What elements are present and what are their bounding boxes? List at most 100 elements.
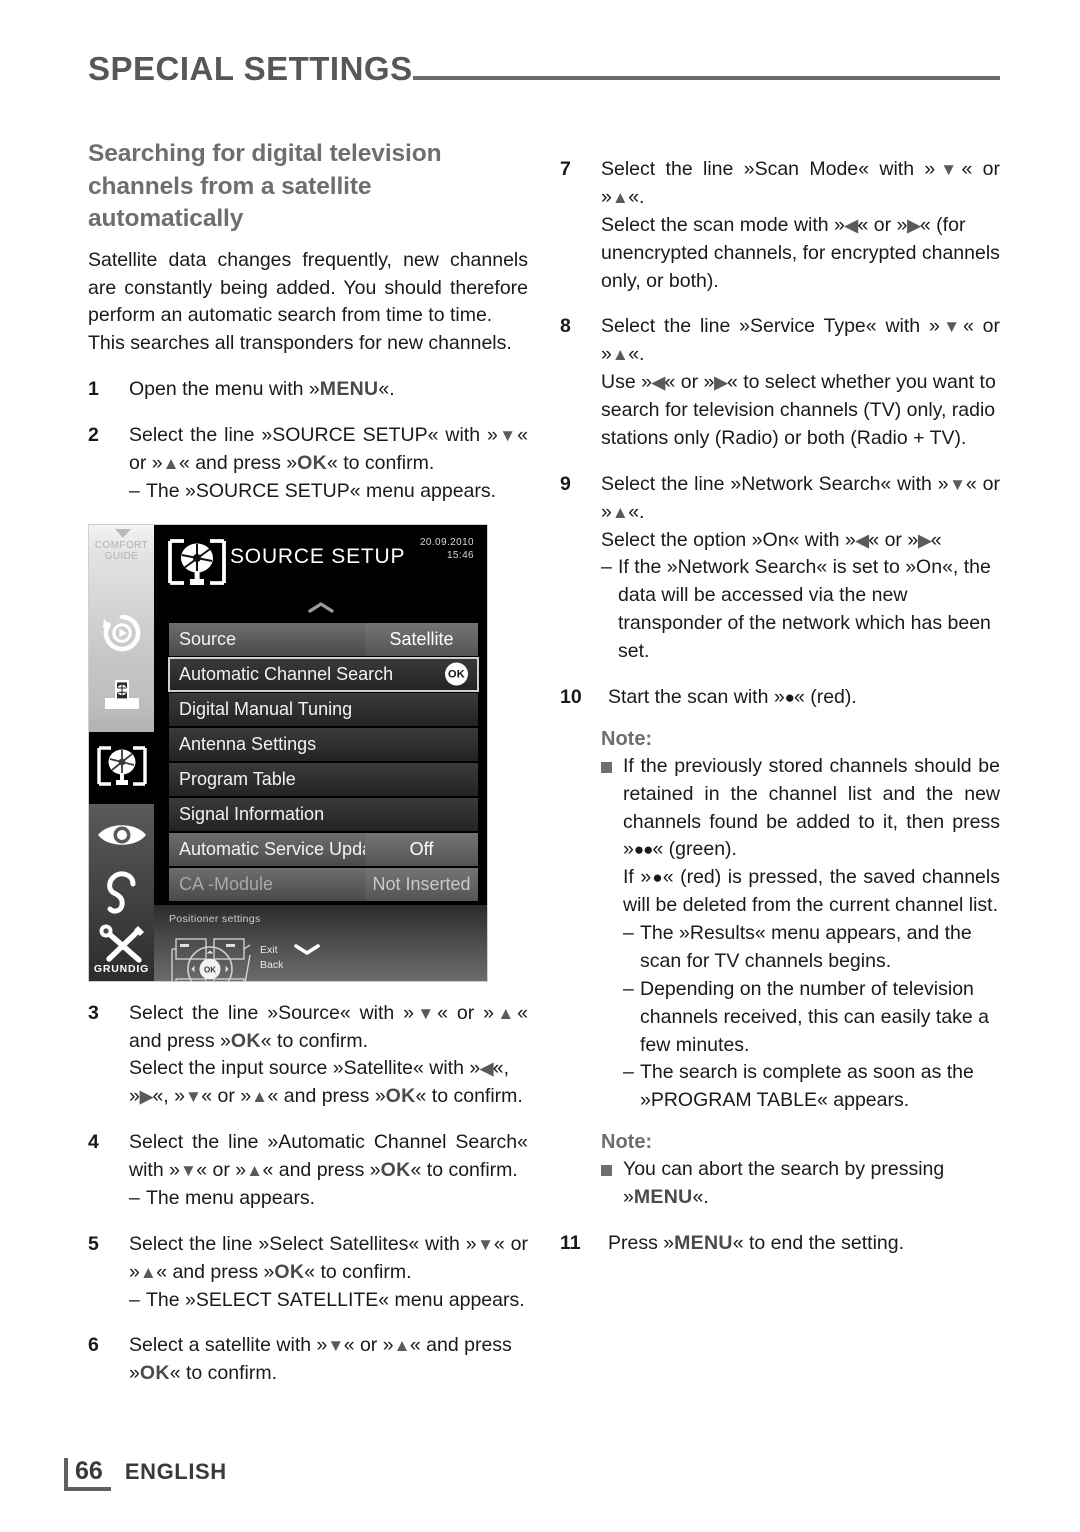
step-line: Start the scan with »●« (red). <box>608 685 857 708</box>
step-item: 10 Start the scan with »●« (red). <box>560 684 1000 712</box>
page-footer: 66 ENGLISH <box>64 1458 227 1492</box>
osd-row-label: Automatic Service Update <box>169 832 365 866</box>
key-label: MENU <box>319 378 379 401</box>
osd-menu-row[interactable]: Digital Manual Tuning <box>169 692 478 726</box>
step-item: 2 Select the line »SOURCE SETUP« with »▼«… <box>88 422 528 506</box>
step-line: Select the line »Source« with »▼« or »▲«… <box>129 1001 528 1052</box>
back-label: Back <box>260 959 284 972</box>
osd-row-value: Satellite <box>365 622 478 656</box>
key-label: OK <box>139 1362 170 1385</box>
step-number: 8 <box>560 315 571 338</box>
left-steps-group-a: 1 Open the menu with »MENU«. 2 Select the l… <box>88 376 528 506</box>
note-item-2: You can abort the search by pressing »ME… <box>601 1156 1000 1212</box>
step-line: Open the menu with »MENU«. <box>129 378 395 401</box>
note-subline: The search is complete as soon as the »P… <box>623 1059 1000 1115</box>
grundig-logo: GRUNDIG <box>93 962 150 975</box>
note-item-1: If the previously stored channels should… <box>601 753 1000 1115</box>
step-item: 4 Select the line »Automatic Channel Sear… <box>88 1129 528 1213</box>
key-label: OK <box>230 1029 261 1052</box>
osd-menu-row[interactable]: Automatic Service UpdateOff <box>169 832 478 866</box>
scroll-up-arrow-icon <box>115 528 131 538</box>
osd-menu-list: Source Satellite Automatic Channel Search O… <box>168 622 479 903</box>
ear-icon[interactable] <box>89 870 154 919</box>
step-number: 6 <box>88 1334 99 1357</box>
note-line: If the previously stored channels should… <box>623 754 1000 861</box>
sidebar-item-source-setup[interactable] <box>89 731 154 804</box>
arrow-key-icon: ◀ <box>855 530 869 550</box>
note-heading-1: Note: <box>601 727 653 750</box>
key-label: MENU <box>633 1186 693 1208</box>
osd-menu-row[interactable]: Signal Information <box>169 797 478 831</box>
chapter-rule <box>412 76 1000 80</box>
page-number: 66 <box>64 1458 111 1492</box>
manual-page: SPECIAL SETTINGS Searching for digital t… <box>0 0 1080 1532</box>
arrow-key-icon: ▼ <box>948 474 967 494</box>
osd-screenshot: COMFORT GUIDE GRUNDIG SOURCE SETUP 20.09… <box>88 523 488 982</box>
step-number: 5 <box>88 1232 99 1255</box>
step-item: 8 Select the line »Service Type« with »▼«… <box>560 313 1000 452</box>
color-key-icon: ●● <box>633 840 654 860</box>
replay-icon[interactable] <box>89 613 154 658</box>
language-label: ENGLISH <box>124 1459 227 1485</box>
arrow-key-icon: ▶ <box>918 530 931 550</box>
step-item: 11 Press »MENU« to end the setting. <box>560 1230 1000 1258</box>
step-line: Select the line »Service Type« with »▼« … <box>601 315 1000 366</box>
comfort-guide-label: COMFORT GUIDE <box>94 539 149 562</box>
step-number: 10 <box>560 685 582 708</box>
step-number: 1 <box>88 378 99 401</box>
step-line: Select the scan mode with »◀« or »▶« (fo… <box>601 213 1000 292</box>
step-number: 4 <box>88 1131 99 1154</box>
key-label: OK <box>274 1260 305 1283</box>
osd-title-icon <box>166 535 228 598</box>
step-item: 3 Select the line »Source« with »▼« or »▲… <box>88 1000 528 1112</box>
arrow-key-icon: ▲ <box>139 1262 157 1282</box>
osd-row-label: Automatic Channel Search <box>169 657 478 691</box>
step-subline: The »SELECT SATELLITE« menu appears. <box>129 1287 528 1315</box>
source-input-icon[interactable] <box>89 677 154 720</box>
step-item: 1 Open the menu with »MENU«. <box>88 376 528 404</box>
step-line: Select the option »On« with »◀« or »▶« <box>601 528 942 551</box>
osd-row-label: Source <box>169 622 365 656</box>
arrow-key-icon: ▶ <box>907 215 920 235</box>
step-line: Select the line »Select Satellites« with… <box>129 1232 528 1283</box>
step-line: Select a satellite with »▼« or »▲« and p… <box>129 1334 512 1385</box>
osd-menu-row[interactable]: Source Satellite <box>169 622 478 656</box>
chapter-header: SPECIAL SETTINGS <box>88 52 1000 85</box>
osd-menu-row[interactable]: CA -Module Not Inserted <box>169 867 478 901</box>
arrow-key-icon: ▶ <box>139 1087 153 1107</box>
intro-paragraph: Satellite data changes frequently, new c… <box>88 248 528 327</box>
step-item: 7 Select the line »Scan Mode« with »▼« or… <box>560 156 1000 295</box>
osd-row-label: Digital Manual Tuning <box>169 692 478 726</box>
note-line: If »●« (red) is pressed, the saved chann… <box>623 866 1000 917</box>
osd-menu-row[interactable]: Program Table <box>169 762 478 796</box>
left-steps-group-b: 3 Select the line »Source« with »▼« or »▲… <box>88 1000 528 1389</box>
step-subline: The menu appears. <box>129 1185 528 1213</box>
note-heading-2: Note: <box>601 1131 653 1154</box>
section-title: Searching for digital television channel… <box>88 140 442 233</box>
arrow-key-icon: ▲ <box>611 502 629 522</box>
osd-menu-row[interactable]: Automatic Channel Search OK <box>168 656 479 692</box>
osd-scroll-up-chevron-icon[interactable] <box>154 601 487 617</box>
arrow-key-icon: ◀ <box>480 1059 493 1079</box>
step-line: Press »MENU« to end the setting. <box>608 1231 905 1254</box>
osd-sidebar: COMFORT GUIDE GRUNDIG <box>89 524 154 981</box>
color-key-icon: ● <box>651 868 663 888</box>
arrow-key-icon: ▲ <box>162 453 180 473</box>
step-number: 3 <box>88 1001 99 1024</box>
step-line: Select the input source »Satellite« with… <box>129 1057 523 1108</box>
osd-row-label: Program Table <box>169 762 478 796</box>
arrow-key-icon: ▼ <box>935 160 962 179</box>
eye-icon[interactable] <box>89 820 154 855</box>
key-label: OK <box>380 1159 411 1182</box>
remote-control-diagram-icon: OK <box>170 935 256 981</box>
intro-paragraph-2: This searches all transponders for new c… <box>88 332 512 355</box>
osd-menu-row[interactable]: Antenna Settings <box>169 727 478 761</box>
arrow-key-icon: ▲ <box>393 1336 411 1356</box>
osd-sidebar-lower: GRUNDIG <box>89 803 154 981</box>
color-key-icon: ● <box>784 687 795 707</box>
step-subline: The »SOURCE SETUP« menu appears. <box>129 478 528 506</box>
step-number: 11 <box>560 1231 581 1254</box>
key-label: MENU <box>674 1231 733 1254</box>
osd-scroll-down-chevron-icon[interactable] <box>294 941 320 958</box>
osd-time: 15:46 <box>446 550 474 562</box>
